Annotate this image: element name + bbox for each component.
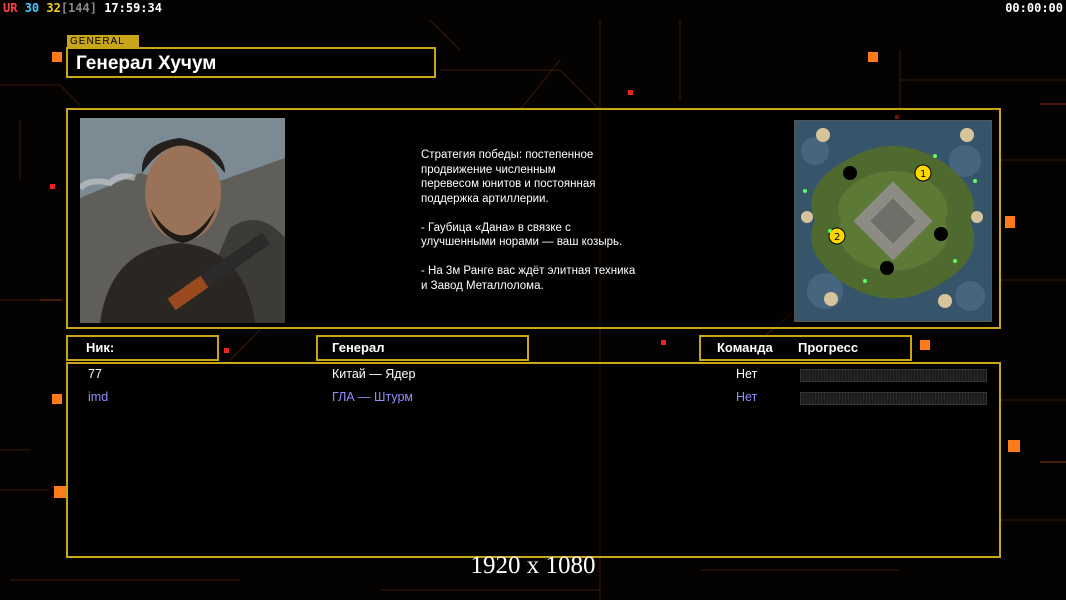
- player-row[interactable]: 77 Китай — Ядер Нет: [88, 367, 988, 385]
- header-nick: Ник:: [66, 335, 219, 361]
- general-portrait: [80, 118, 285, 323]
- header-progress-label: Прогресс: [798, 340, 859, 355]
- player-team: Нет: [736, 390, 758, 404]
- player-general: ГЛА — Штурм: [332, 390, 414, 404]
- header-general-label: Генерал: [332, 340, 385, 355]
- player-list: 77 Китай — Ядер Нет imd ГЛА — Штурм Нет: [66, 362, 1001, 558]
- player-team: Нет: [736, 367, 758, 381]
- fps-value-a: 30: [24, 1, 40, 15]
- resolution-label: 1920 x 1080: [470, 552, 596, 579]
- player-progress-bar: [800, 392, 987, 405]
- player-nick: imd: [88, 390, 109, 404]
- spawn-2-label: 2: [834, 232, 840, 243]
- fps-limit: [144]: [60, 1, 97, 15]
- header-general: Генерал: [316, 335, 529, 361]
- general-title-box: Генерал Хучум: [66, 47, 436, 78]
- header-team-label: Команда: [717, 340, 773, 355]
- fps-value-b: 32: [46, 1, 61, 15]
- system-clock: 17:59:34: [104, 1, 162, 15]
- general-info-panel: Стратегия победы: постепенное продвижени…: [66, 108, 1001, 329]
- general-name: Генерал Хучум: [76, 53, 217, 74]
- player-general: Китай — Ядер: [332, 367, 416, 381]
- strategy-description: Стратегия победы: постепенное продвижени…: [421, 149, 636, 292]
- header-nick-label: Ник:: [86, 340, 115, 355]
- ur-label: UR: [3, 1, 18, 15]
- map-preview[interactable]: 1 2: [794, 120, 992, 322]
- player-row[interactable]: imd ГЛА — Штурм Нет: [88, 390, 988, 408]
- game-timer: 00:00:00: [1005, 1, 1063, 15]
- fps-counter: UR 30 32[144] 17:59:34: [3, 1, 162, 15]
- header-team-progress: Команда Прогресс: [699, 335, 912, 361]
- player-progress-bar: [800, 369, 987, 382]
- player-nick: 77: [88, 367, 102, 381]
- spawn-1-label: 1: [920, 169, 926, 180]
